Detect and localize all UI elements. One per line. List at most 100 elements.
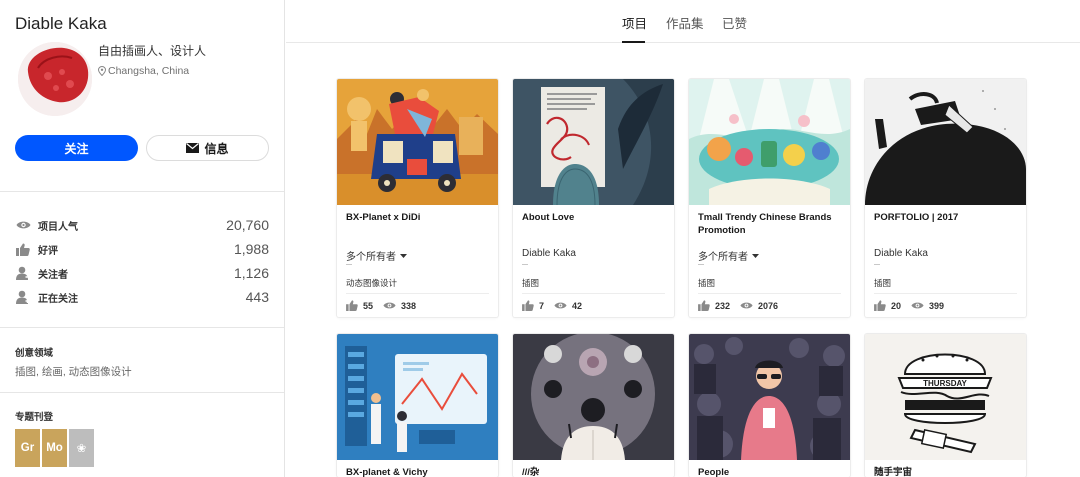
profile-tabs: 项目 作品集 已赞 xyxy=(286,0,1080,43)
project-likes: 232 xyxy=(715,300,731,311)
divider xyxy=(522,293,665,294)
creative-fields-title: 创意领域 xyxy=(15,348,54,359)
divider xyxy=(0,191,284,192)
tab-appreciated[interactable]: 已赞 xyxy=(722,13,747,32)
project-title[interactable]: ///杂 xyxy=(522,466,666,477)
project-thumbnail[interactable] xyxy=(337,334,498,460)
message-button[interactable]: 信息 xyxy=(146,135,269,161)
project-card[interactable]: PORFTOLIO | 2017 Diable Kaka 插图 20 399 xyxy=(865,79,1026,317)
divider xyxy=(522,264,528,265)
following-icon xyxy=(15,290,31,304)
project-owner-name: 多个所有者 xyxy=(346,252,396,263)
project-views: 399 xyxy=(929,300,945,311)
creative-fields-text[interactable]: 插图, 绘画, 动态图像设计 xyxy=(15,364,132,379)
stat-appreciations: 项目人气 20,760 xyxy=(15,213,269,237)
stat-value: 20,760 xyxy=(226,217,269,233)
project-views: 42 xyxy=(572,300,583,311)
divider xyxy=(874,264,880,265)
project-owner[interactable]: Diable Kaka xyxy=(522,248,576,259)
feature-badges: Gr Mo ❀ xyxy=(15,429,94,467)
avatar[interactable] xyxy=(18,42,92,116)
feature-badge-gr[interactable]: Gr xyxy=(15,429,40,467)
project-field[interactable]: 插图 xyxy=(874,277,891,289)
project-title[interactable]: BX-planet & Vichy xyxy=(346,466,490,477)
stat-value: 1,126 xyxy=(233,265,269,281)
thumbs-up-icon xyxy=(522,300,534,311)
divider xyxy=(0,327,284,328)
project-owner[interactable]: 多个所有者 xyxy=(346,248,407,263)
project-thumbnail[interactable] xyxy=(337,79,498,205)
project-owner[interactable]: 多个所有者 xyxy=(698,248,759,263)
project-card[interactable]: ///杂 xyxy=(513,334,674,477)
thumbs-up-icon xyxy=(698,300,710,311)
eye-icon xyxy=(554,301,567,310)
project-field[interactable]: 动态图像设计 xyxy=(346,277,397,289)
divider xyxy=(874,293,1017,294)
project-title[interactable]: 随手宇宙 xyxy=(874,466,1018,477)
thumbnail-art-lettering: THURSDAY xyxy=(923,379,967,388)
project-stats: 7 42 xyxy=(522,300,592,311)
active-tab-indicator xyxy=(622,41,645,43)
project-thumbnail[interactable] xyxy=(865,79,1026,205)
caret-down-icon xyxy=(752,253,759,258)
tab-projects[interactable]: 项目 xyxy=(622,13,647,32)
location-text: Changsha, China xyxy=(108,65,190,77)
project-title[interactable]: About Love xyxy=(522,211,666,224)
project-card[interactable]: THURSDAY 随手宇宙 xyxy=(865,334,1026,477)
project-field[interactable]: 插图 xyxy=(522,277,539,289)
project-likes: 55 xyxy=(363,300,374,311)
location: Changsha, China xyxy=(98,65,189,77)
project-title[interactable]: People xyxy=(698,466,842,477)
project-thumbnail[interactable] xyxy=(689,334,850,460)
features-title: 专题刊登 xyxy=(15,412,54,423)
stat-likes: 好评 1,988 xyxy=(15,237,269,261)
divider xyxy=(0,392,284,393)
stat-value: 443 xyxy=(245,289,269,305)
followers-icon xyxy=(15,266,31,280)
divider xyxy=(346,264,352,265)
eye-icon xyxy=(740,301,753,310)
stat-label: 关注者 xyxy=(38,269,68,281)
profile-name[interactable]: Diable Kaka xyxy=(15,14,107,34)
project-thumbnail[interactable] xyxy=(513,334,674,460)
stat-followers: 关注者 1,126 xyxy=(15,261,269,285)
stat-label: 好评 xyxy=(38,245,58,257)
profile-sidebar: Diable Kaka 自由插画人、设计人 Changsha, China 关注… xyxy=(0,0,285,477)
location-pin-icon xyxy=(98,66,106,76)
follow-button[interactable]: 关注 xyxy=(15,135,138,161)
thumbs-up-icon xyxy=(874,300,886,311)
project-card[interactable]: Tmall Trendy Chinese Brands Promotion 多个… xyxy=(689,79,850,317)
stat-label: 项目人气 xyxy=(38,221,78,233)
project-card[interactable]: People xyxy=(689,334,850,477)
tab-moodboards[interactable]: 作品集 xyxy=(666,13,704,32)
project-stats: 55 338 xyxy=(346,300,426,311)
stats-list: 项目人气 20,760 好评 1,988 关注者 1,126 正在关注 443 xyxy=(15,213,269,309)
project-card[interactable]: About Love Diable Kaka 插图 7 42 xyxy=(513,79,674,317)
project-card[interactable]: BX-planet & Vichy xyxy=(337,334,498,477)
project-thumbnail[interactable]: THURSDAY xyxy=(865,334,1026,460)
project-likes: 7 xyxy=(539,300,545,311)
project-title[interactable]: PORFTOLIO | 2017 xyxy=(874,211,1018,224)
feature-badge-mo[interactable]: Mo xyxy=(42,429,67,467)
project-title[interactable]: Tmall Trendy Chinese Brands Promotion xyxy=(698,211,842,237)
stat-following: 正在关注 443 xyxy=(15,285,269,309)
stat-value: 1,988 xyxy=(233,241,269,257)
eye-icon xyxy=(383,301,396,310)
project-thumbnail[interactable] xyxy=(689,79,850,205)
project-field[interactable]: 插图 xyxy=(698,277,715,289)
project-card[interactable]: BX-Planet x DiDi 多个所有者 动态图像设计 55 338 xyxy=(337,79,498,317)
project-title[interactable]: BX-Planet x DiDi xyxy=(346,211,490,224)
project-stats: 20 399 xyxy=(874,300,954,311)
thumbs-up-icon xyxy=(15,243,31,256)
project-stats: 232 2076 xyxy=(698,300,788,311)
eye-icon xyxy=(911,301,924,310)
project-views: 2076 xyxy=(758,300,779,311)
project-thumbnail[interactable] xyxy=(513,79,674,205)
feature-badge-flower[interactable]: ❀ xyxy=(69,429,94,467)
project-owner[interactable]: Diable Kaka xyxy=(874,248,928,259)
project-owner-name: Diable Kaka xyxy=(522,248,576,259)
divider xyxy=(346,293,489,294)
thumbs-up-icon xyxy=(346,300,358,311)
caret-down-icon xyxy=(400,253,407,258)
occupation: 自由插画人、设计人 xyxy=(98,44,207,58)
